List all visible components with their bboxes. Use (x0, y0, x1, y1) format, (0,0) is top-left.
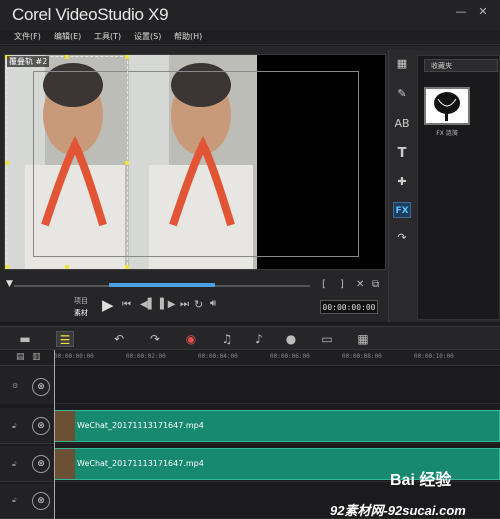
sound-mixer-icon[interactable]: ♫ (218, 331, 236, 347)
trim-range[interactable] (109, 283, 215, 287)
filter-thumbnail-label: FX 涟漪 (436, 130, 458, 137)
video-track[interactable] (54, 366, 500, 404)
menu-edit[interactable]: 编辑(E) (54, 31, 81, 42)
track-head-title: 🔓︎ ⊛ (0, 484, 54, 519)
lock-icon[interactable]: 🔓︎ (12, 496, 17, 505)
track-settings-icon[interactable]: ⚙ (12, 382, 18, 390)
volume-icon[interactable]: 🔊︎ (210, 298, 216, 309)
ruler-tick: 00:00:02:00 (126, 353, 166, 360)
library-category-bar: ▦ ✎ AB T ✚ FX ↷ (389, 52, 416, 252)
record-capture-icon[interactable]: ◉ (182, 331, 200, 347)
playhead-line[interactable] (54, 350, 55, 519)
enlarge-icon[interactable]: ⧉ (372, 279, 379, 290)
timeline-toolbar: ▬ ☰ ↶ ↷ ◉ ♫ ♪ ● ▭ ▦ (0, 326, 500, 350)
watermark-baidu: Bai 经验 (390, 472, 452, 489)
track-manager-icon[interactable]: ▤ (16, 352, 25, 362)
title-track-icon[interactable]: ⊛ (32, 492, 50, 510)
track-head-overlay-1: 🔓︎ ⊛ (0, 408, 54, 444)
timecode-display[interactable]: 00:00:00:00 (320, 300, 378, 314)
split-icon[interactable]: ✕ (356, 279, 364, 290)
ruler-tick: 00:00:04:00 (198, 353, 238, 360)
timeline-clip[interactable]: WeChat_20171113171647.mp4 (54, 410, 500, 442)
scrubber-handle[interactable]: ▼ (6, 279, 14, 289)
resize-handle[interactable] (125, 161, 129, 165)
app-title: Corel VideoStudio X9 (12, 5, 169, 24)
menu-help[interactable]: 帮助(H) (174, 31, 202, 42)
graphics-icon[interactable]: ✚ (393, 174, 411, 190)
clip-thumbnail (55, 449, 75, 479)
overlay-track-icon[interactable]: ⊛ (32, 417, 50, 435)
minimize-icon[interactable]: — (452, 4, 470, 20)
path-icon[interactable]: ↷ (393, 230, 411, 246)
video-track-icon[interactable]: ⊛ (32, 378, 50, 396)
filter-fx-icon[interactable]: FX (393, 202, 411, 218)
preview-window[interactable]: 覆叠轨 #2 (4, 54, 386, 270)
ruler-tick: 00:00:10:00 (414, 353, 454, 360)
subtitle-editor-icon[interactable]: ▭ (318, 331, 336, 347)
timeline-ruler[interactable]: ▤ ▥ 00:00:00:00 00:00:02:00 00:00:04:00 … (0, 350, 500, 366)
ripple-filter-preview (434, 92, 460, 121)
menu-tools[interactable]: 工具(T) (94, 31, 121, 42)
overlay-track-label: 覆叠轨 #2 (7, 56, 50, 67)
watermark-site: 92素材网-92sucai.com (330, 503, 466, 518)
menu-settings[interactable]: 设置(S) (134, 31, 161, 42)
lock-icon[interactable]: 🔓︎ (12, 460, 17, 469)
title-icon[interactable]: T (393, 146, 411, 162)
redo-icon[interactable]: ↷ (146, 331, 164, 347)
track-head-video: ⚙ ⊛ (0, 366, 54, 404)
close-icon[interactable]: ✕ (474, 4, 492, 20)
undo-icon[interactable]: ↶ (110, 331, 128, 347)
filter-thumbnail[interactable] (424, 87, 470, 125)
resize-handle[interactable] (65, 265, 69, 269)
multi-camera-icon[interactable]: ▦ (354, 331, 372, 347)
clip-thumbnail (55, 411, 75, 441)
transition-icon[interactable]: AB (393, 116, 411, 132)
track-head-overlay-2: 🔓︎ ⊛ (0, 446, 54, 482)
ruler-tick: 00:00:06:00 (270, 353, 310, 360)
menu-file[interactable]: 文件(F) (14, 31, 41, 42)
repeat-icon[interactable]: ↻ (194, 298, 203, 311)
title-bar: Corel VideoStudio X9 — ✕ (0, 0, 500, 30)
resize-handle[interactable] (125, 265, 129, 269)
play-icon[interactable]: ▶ (102, 296, 114, 314)
resize-handle[interactable] (5, 265, 9, 269)
clip-name: WeChat_20171113171647.mp4 (77, 421, 204, 430)
next-frame-icon[interactable]: ▌▶ (160, 299, 175, 310)
resize-handle[interactable] (5, 161, 9, 165)
auto-music-icon[interactable]: ♪ (250, 331, 268, 347)
home-icon[interactable]: ⏮ (122, 299, 131, 310)
clip-name: WeChat_20171113171647.mp4 (77, 459, 204, 468)
mark-in-icon[interactable]: [ (322, 279, 326, 290)
library-dropdown[interactable]: 收藏夹 (424, 59, 498, 72)
overlay-track-icon[interactable]: ⊛ (32, 455, 50, 473)
selection-box[interactable] (6, 56, 128, 269)
chapter-icon[interactable]: ▥ (32, 352, 41, 362)
end-icon[interactable]: ⏭ (180, 299, 189, 310)
resize-handle[interactable] (65, 55, 69, 59)
instant-project-icon[interactable]: ✎ (393, 86, 411, 102)
storyboard-view-icon[interactable]: ▬ (16, 331, 34, 347)
ruler-tick: 00:00:08:00 (342, 353, 382, 360)
timeline-view-icon[interactable]: ☰ (56, 331, 74, 347)
resize-handle[interactable] (125, 55, 129, 59)
menu-bar: 文件(F) 编辑(E) 工具(T) 设置(S) 帮助(H) (0, 30, 500, 45)
ruler-tick: 00:00:00:00 (54, 353, 94, 360)
motion-tracking-icon[interactable]: ● (282, 331, 300, 347)
media-icon[interactable]: ▦ (393, 56, 411, 72)
scrub-bar[interactable]: ▼ [ ] ✕ ⧉ (4, 271, 386, 291)
mark-out-icon[interactable]: ] (340, 279, 344, 290)
prev-frame-icon[interactable]: ◀▌ (140, 299, 155, 310)
lock-icon[interactable]: 🔓︎ (12, 422, 17, 431)
